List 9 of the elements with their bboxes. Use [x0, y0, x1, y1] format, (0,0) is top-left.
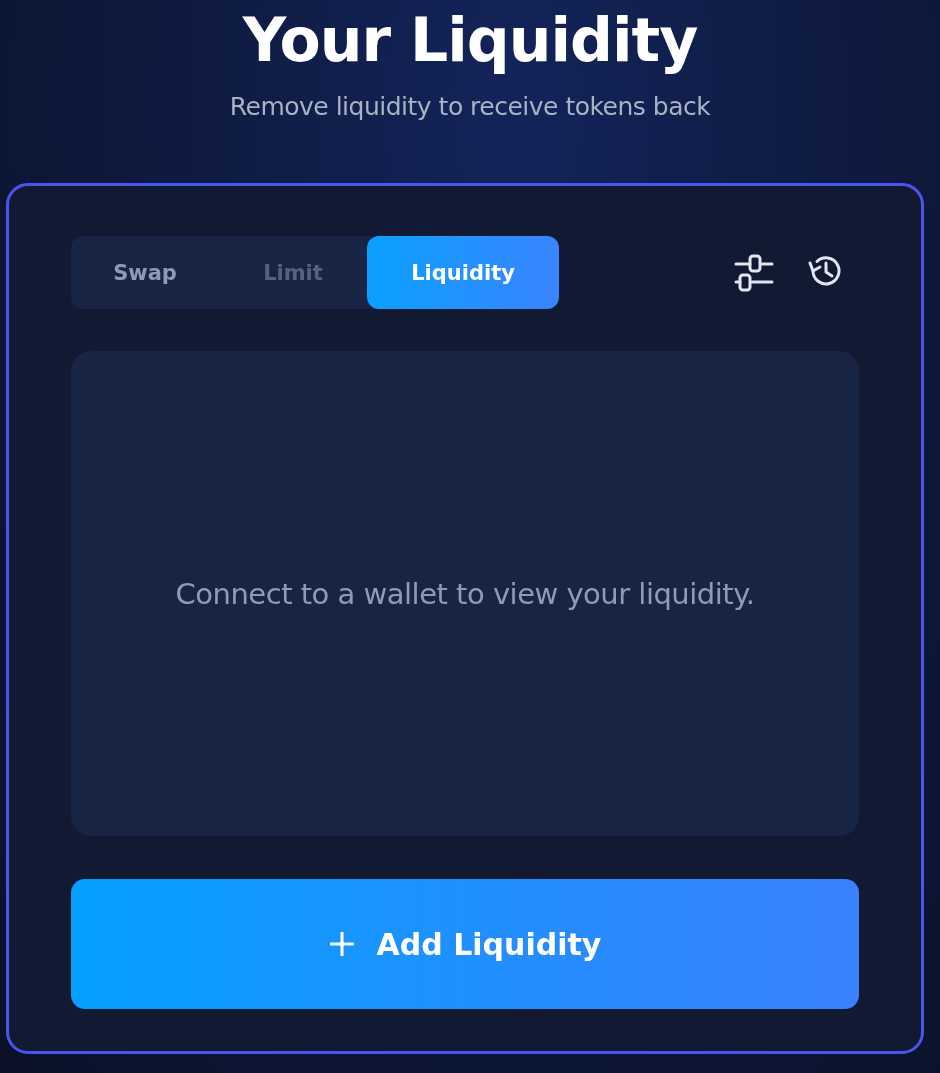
page-subtitle: Remove liquidity to receive tokens back — [229, 92, 711, 121]
tab[interactable]: Liquidity — [367, 236, 559, 309]
plus-icon — [328, 931, 355, 957]
add-liquidity-button[interactable]: Add Liquidity — [71, 879, 859, 1009]
empty-state-message: Connect to a wallet to view your liquidity. — [175, 576, 755, 611]
history-icon[interactable] — [808, 253, 844, 288]
tab[interactable]: Swap — [71, 236, 219, 309]
page-title: Your Liquidity — [242, 4, 698, 76]
settings-icon[interactable] — [734, 253, 774, 292]
